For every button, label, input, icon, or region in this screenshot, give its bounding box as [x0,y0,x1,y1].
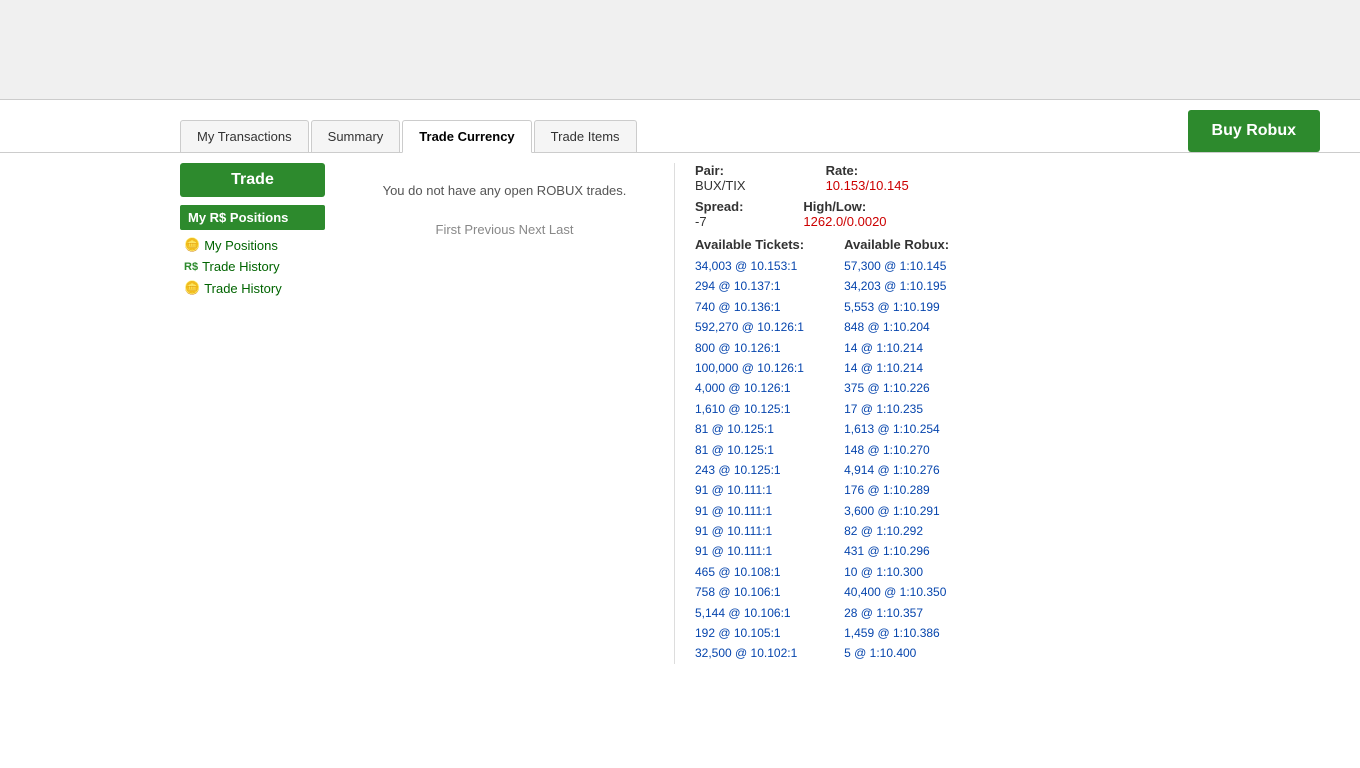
available-tickets-column: Available Tickets: 34,003 @ 10.153:1294 … [695,237,804,664]
trade-button[interactable]: Trade [180,163,325,197]
ticket-row: 81 @ 10.125:1 [695,440,804,460]
ticket-row: 465 @ 10.108:1 [695,562,804,582]
buy-robux-button[interactable]: Buy Robux [1188,110,1320,152]
tix-trade-history-link[interactable]: 🪙 Trade History [180,277,325,299]
robux-row: 40,400 @ 1:10.350 [844,582,949,602]
ticket-row: 91 @ 10.111:1 [695,480,804,500]
ticket-row: 91 @ 10.111:1 [695,521,804,541]
ticket-row: 5,144 @ 10.106:1 [695,603,804,623]
robux-row: 431 @ 1:10.296 [844,541,949,561]
highlow-info: High/Low: 1262.0/0.0020 [803,199,886,229]
pagination-links[interactable]: First Previous Next Last [355,218,654,241]
rate-info: Rate: 10.153/10.145 [826,163,909,193]
robux-row: 10 @ 1:10.300 [844,562,949,582]
ticket-row: 100,000 @ 10.126:1 [695,358,804,378]
ticket-row: 758 @ 10.106:1 [695,582,804,602]
robux-row: 57,300 @ 1:10.145 [844,256,949,276]
ticket-row: 740 @ 10.136:1 [695,297,804,317]
robux-row: 17 @ 1:10.235 [844,399,949,419]
robux-row: 176 @ 1:10.289 [844,480,949,500]
ticket-row: 91 @ 10.111:1 [695,541,804,561]
my-positions-link[interactable]: 🪙 My Positions [180,234,325,256]
robux-row: 5,553 @ 1:10.199 [844,297,949,317]
tab-summary[interactable]: Summary [311,120,401,152]
tab-my-transactions[interactable]: My Transactions [180,120,309,152]
robux-row: 3,600 @ 1:10.291 [844,501,949,521]
tab-trade-currency[interactable]: Trade Currency [402,120,531,153]
spread-info: Spread: -7 [695,199,743,229]
ticket-row: 34,003 @ 10.153:1 [695,256,804,276]
robux-row: 28 @ 1:10.357 [844,603,949,623]
robux-row: 848 @ 1:10.204 [844,317,949,337]
ticket-row: 192 @ 10.105:1 [695,623,804,643]
coin-icon: 🪙 [184,237,200,253]
ticket-row: 243 @ 10.125:1 [695,460,804,480]
tix-icon: 🪙 [184,280,200,296]
ticket-row: 294 @ 10.137:1 [695,276,804,296]
robux-row: 14 @ 1:10.214 [844,338,949,358]
ticket-row: 81 @ 10.125:1 [695,419,804,439]
robux-row: 82 @ 1:10.292 [844,521,949,541]
robux-row: 4,914 @ 1:10.276 [844,460,949,480]
robux-row: 148 @ 1:10.270 [844,440,949,460]
robux-icon: R$ [184,261,198,273]
robux-row: 1,613 @ 1:10.254 [844,419,949,439]
ticket-row: 1,610 @ 10.125:1 [695,399,804,419]
robux-row: 5 @ 1:10.400 [844,643,949,663]
no-trades-message: You do not have any open ROBUX trades. [355,163,654,218]
tab-trade-items[interactable]: Trade Items [534,120,637,152]
robux-row: 14 @ 1:10.214 [844,358,949,378]
ticket-row: 800 @ 10.126:1 [695,338,804,358]
ticket-row: 592,270 @ 10.126:1 [695,317,804,337]
pair-info: Pair: BUX/TIX [695,163,746,193]
available-robux-column: Available Robux: 57,300 @ 1:10.14534,203… [844,237,949,664]
ticket-row: 4,000 @ 10.126:1 [695,378,804,398]
ticket-row: 91 @ 10.111:1 [695,501,804,521]
ticket-row: 32,500 @ 10.102:1 [695,643,804,663]
robux-trade-history-link[interactable]: R$ Trade History [180,256,325,277]
robux-row: 375 @ 1:10.226 [844,378,949,398]
robux-row: 34,203 @ 1:10.195 [844,276,949,296]
robux-row: 1,459 @ 1:10.386 [844,623,949,643]
robux-positions-title: My R$ Positions [180,205,325,230]
